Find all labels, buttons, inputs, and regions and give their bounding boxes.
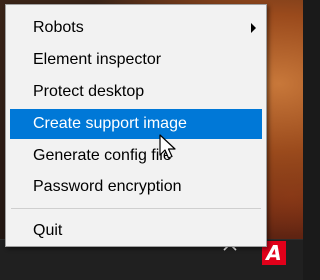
- menu-item-password-encryption[interactable]: Password encryption: [10, 172, 262, 202]
- menu-item-label: Protect desktop: [33, 83, 145, 100]
- menu-item-label: Element inspector: [33, 51, 162, 68]
- menu-item-generate-config-file[interactable]: Generate config file: [10, 141, 262, 171]
- menu-item-quit[interactable]: Quit: [10, 216, 262, 246]
- menu-item-robots[interactable]: Robots: [10, 13, 262, 43]
- menu-item-label: Create support image: [33, 115, 187, 132]
- menu-item-protect-desktop[interactable]: Protect desktop: [10, 77, 262, 107]
- menu-item-element-inspector[interactable]: Element inspector: [10, 45, 262, 75]
- menu-item-label: Quit: [33, 222, 63, 239]
- menu-separator: [11, 208, 261, 209]
- menu-item-label: Generate config file: [33, 147, 172, 164]
- context-menu: Robots Element inspector Protect desktop…: [5, 4, 267, 247]
- menu-item-create-support-image[interactable]: Create support image: [10, 109, 262, 139]
- menu-item-label: Password encryption: [33, 178, 182, 195]
- menu-item-label: Robots: [33, 19, 84, 36]
- mouse-cursor-icon: [159, 134, 176, 159]
- submenu-arrow-icon: [251, 23, 256, 33]
